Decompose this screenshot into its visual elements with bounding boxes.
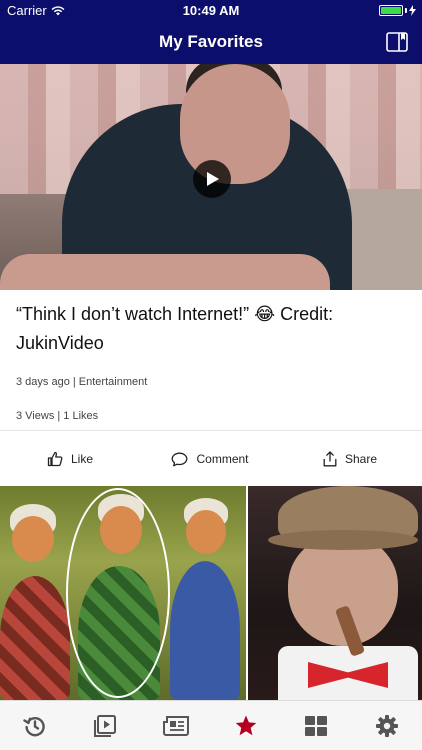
tab-categories[interactable]: [281, 701, 351, 750]
battery-indicator: [379, 5, 416, 16]
history-icon: [23, 716, 45, 736]
tab-settings[interactable]: [352, 701, 422, 750]
status-time: 10:49 AM: [182, 3, 240, 18]
gear-icon: [375, 714, 398, 737]
thumbs-up-icon: [47, 451, 63, 467]
battery-icon: [379, 5, 403, 16]
tab-videos[interactable]: [70, 701, 140, 750]
like-label: Like: [70, 452, 93, 466]
page-title: My Favorites: [159, 32, 263, 51]
post-meta-time-category: 3 days ago | Entertainment: [16, 376, 148, 388]
post-actions: Like Comment Share: [0, 440, 422, 478]
grid-icon: [305, 715, 328, 736]
top-bar: Carrier 10:49 AM My Favorites: [0, 0, 422, 64]
share-label: Share: [344, 452, 378, 466]
tab-news[interactable]: [141, 701, 211, 750]
comment-label: Comment: [196, 452, 249, 466]
tab-bar: [0, 700, 422, 750]
like-button[interactable]: Like: [0, 440, 140, 478]
news-icon: [162, 715, 189, 736]
post-title[interactable]: “Think I don’t watch Internet!” 😂 Credit…: [16, 300, 396, 358]
charging-icon: [409, 5, 416, 16]
related-thumbnails: [0, 486, 422, 700]
thumbnail-old-man[interactable]: [248, 486, 422, 700]
share-button[interactable]: Share: [280, 440, 420, 478]
share-icon: [323, 451, 337, 467]
tab-history[interactable]: [0, 701, 70, 750]
tab-favorites[interactable]: [211, 701, 281, 750]
comment-icon: [172, 452, 188, 466]
status-bar: Carrier 10:49 AM: [0, 0, 422, 22]
divider: [0, 430, 422, 431]
thumbnail-oompa-loompas[interactable]: [0, 486, 246, 700]
comment-button[interactable]: Comment: [140, 440, 280, 478]
play-button[interactable]: [193, 160, 231, 198]
post-meta-counts: 3 Views | 1 Likes: [16, 410, 99, 422]
play-icon: [207, 172, 219, 186]
video-icon: [94, 714, 117, 737]
video-player[interactable]: [0, 64, 422, 290]
star-icon: [235, 715, 257, 735]
book-icon[interactable]: [386, 32, 408, 52]
